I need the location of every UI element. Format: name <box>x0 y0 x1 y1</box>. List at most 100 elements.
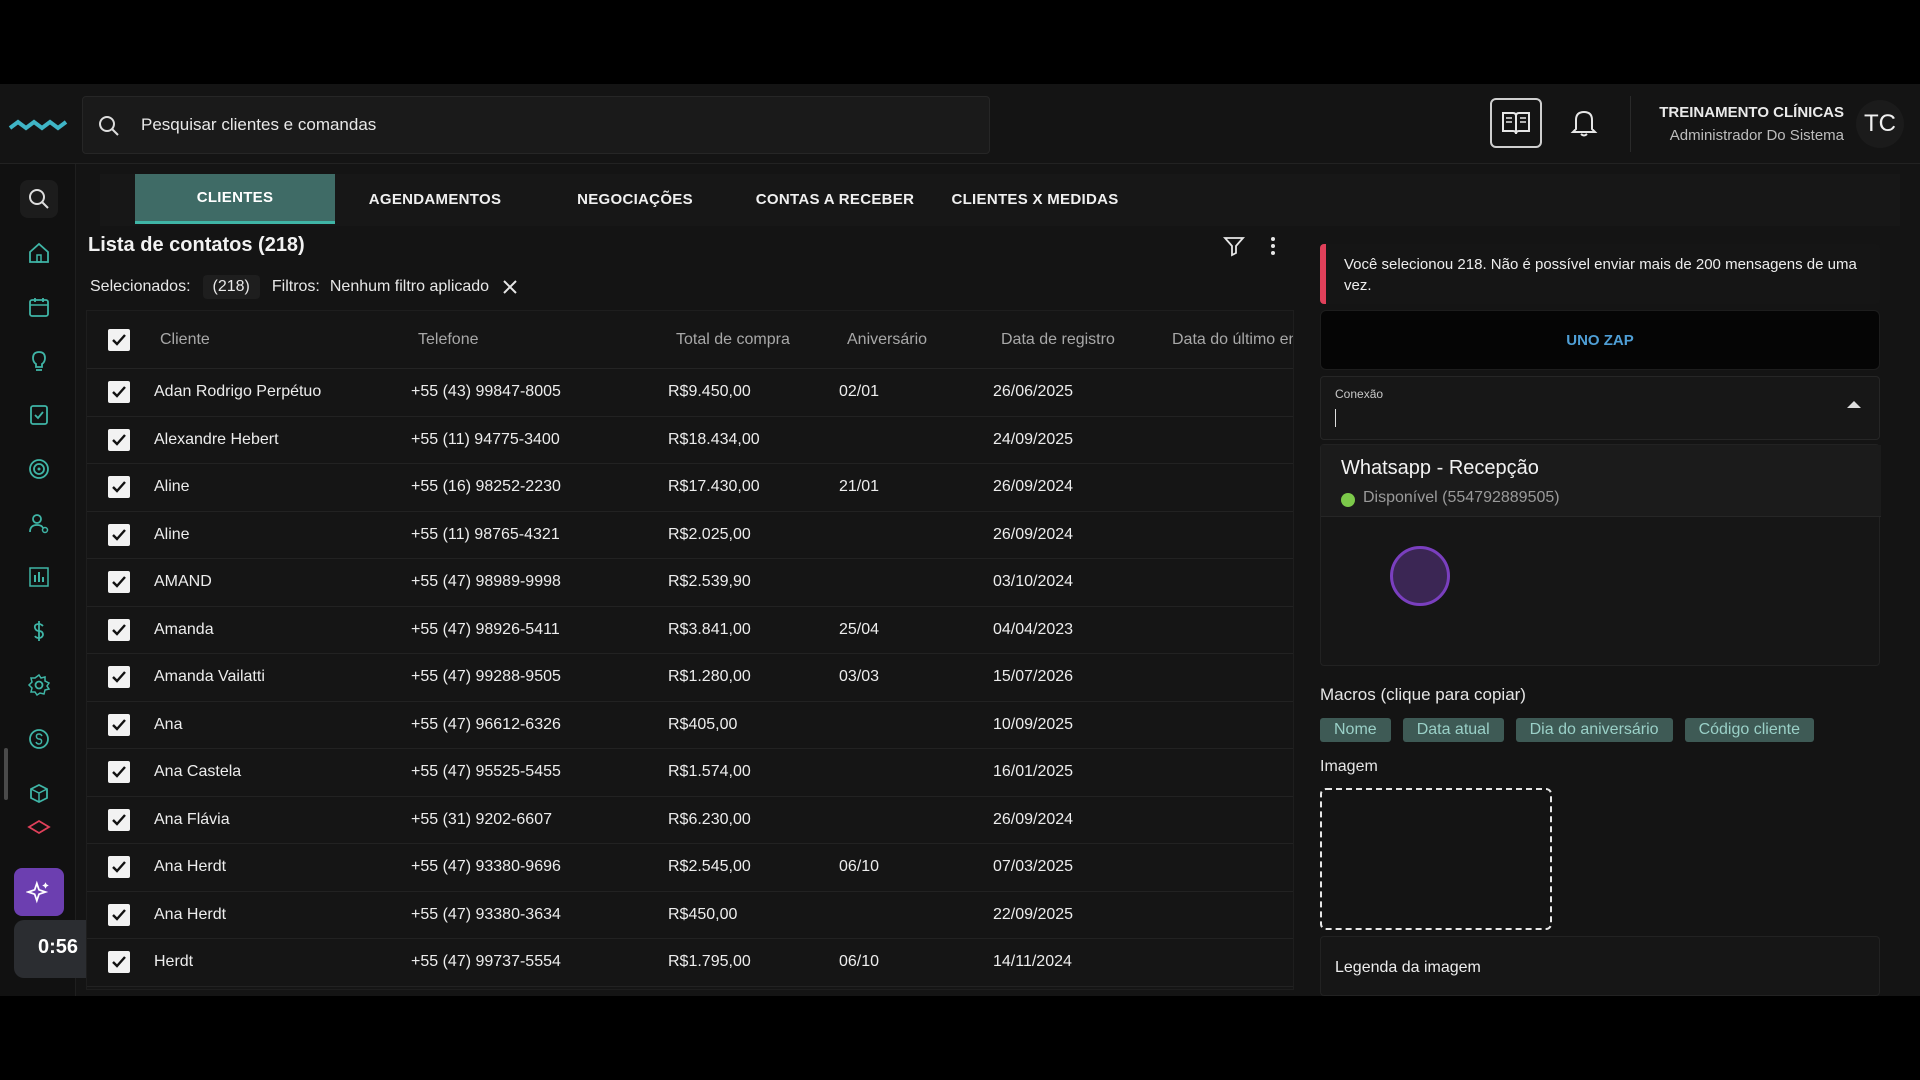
text-caret <box>1335 409 1336 427</box>
user-name: TREINAMENTO CLÍNICAS <box>1659 104 1844 121</box>
cell-cliente: Amanda <box>154 620 214 638</box>
table-row[interactable]: AMAND +55 (47) 98989-9998 R$2.539,90 03/10/… <box>87 559 1293 607</box>
top-header: Pesquisar clientes e comandas TREINAMENT… <box>0 84 1920 164</box>
column-header[interactable]: Cliente <box>160 331 210 349</box>
sidebar-item-ideas[interactable] <box>20 342 58 380</box>
column-header[interactable]: Data do último en <box>1172 331 1293 349</box>
selected-label: Selecionados: <box>90 278 191 295</box>
column-header[interactable]: Total de compra <box>676 331 790 349</box>
cell-telefone: +55 (16) 98252-2230 <box>411 478 561 495</box>
search-icon <box>99 116 119 136</box>
clear-filters-icon[interactable] <box>501 278 519 296</box>
macro-chip[interactable]: Data atual <box>1402 718 1504 742</box>
row-checkbox[interactable] <box>108 856 130 878</box>
row-checkbox[interactable] <box>108 666 130 688</box>
row-checkbox[interactable] <box>108 903 130 926</box>
tab-agendamentos[interactable]: AGENDAMENTOS <box>335 174 535 224</box>
row-checkbox[interactable] <box>108 428 130 451</box>
tab-contas-a-receber[interactable]: CONTAS A RECEBER <box>735 174 935 224</box>
check-icon <box>112 334 126 346</box>
cell-total: R$2.545,00 <box>668 858 751 875</box>
check-icon <box>112 576 126 588</box>
sidebar-item-clients[interactable] <box>20 504 58 542</box>
sidebar-item-finance[interactable] <box>20 612 58 650</box>
sidebar-item-inventory[interactable] <box>20 774 58 812</box>
table-row[interactable]: Ana Herdt +55 (47) 93380-3634 R$450,00 22/0… <box>87 892 1293 939</box>
check-icon <box>112 908 126 921</box>
table-row[interactable]: Ana Flávia +55 (31) 9202-6607 R$6.230,00 26… <box>87 797 1293 844</box>
cell-cliente: Ana Herdt <box>154 905 227 923</box>
filter-icon[interactable] <box>1222 234 1246 258</box>
ai-assistant-button[interactable] <box>14 868 64 916</box>
avatar[interactable]: TC <box>1856 100 1904 148</box>
book-icon <box>1502 112 1530 135</box>
select-all-checkbox[interactable] <box>108 329 130 351</box>
table-row[interactable]: Ana +55 (47) 96612-6326 R$405,00 10/09/2025 <box>87 702 1293 749</box>
cell-telefone: +55 (47) 98989-9998 <box>411 573 561 590</box>
option-status: Disponível (554792889505) <box>1363 489 1560 506</box>
sidebar-item-more[interactable] <box>20 818 58 840</box>
cell-registro: 16/01/2025 <box>993 763 1074 780</box>
macro-chip[interactable]: Nome <box>1320 718 1391 742</box>
row-checkbox[interactable] <box>108 808 130 831</box>
row-checkbox[interactable] <box>108 951 130 973</box>
option-title: Whatsapp - Recepção <box>1341 457 1539 479</box>
sidebar-item-settings[interactable] <box>20 666 58 704</box>
cell-total: R$3.841,00 <box>668 620 751 638</box>
sidebar-item-goals[interactable] <box>20 450 58 488</box>
column-header[interactable]: Telefone <box>418 331 479 349</box>
table-row[interactable]: Alexandre Hebert +55 (11) 94775-3400 R$18.… <box>87 417 1293 464</box>
table-row[interactable]: Amanda Vailatti +55 (47) 99288-9505 R$1.28… <box>87 654 1293 702</box>
column-header[interactable]: Data de registro <box>1001 331 1115 349</box>
connection-select[interactable]: Conexão <box>1320 376 1880 440</box>
tab-clientes[interactable]: CLIENTES <box>135 174 335 224</box>
row-checkbox[interactable] <box>108 523 130 546</box>
row-checkbox[interactable] <box>108 618 130 641</box>
cell-total: R$450,00 <box>668 905 738 923</box>
cell-total: R$6.230,00 <box>668 810 751 828</box>
table-row[interactable]: Adan Rodrigo Perpétuo +55 (43) 99847-8005… <box>87 369 1293 417</box>
cell-registro: 26/09/2024 <box>993 525 1074 543</box>
sidebar-item-reports[interactable] <box>20 558 58 596</box>
table-row[interactable]: Ana Castela +55 (47) 95525-5455 R$1.574,00… <box>87 749 1293 797</box>
cell-telefone: +55 (47) 99737-5554 <box>411 953 561 970</box>
search-placeholder: Pesquisar clientes e comandas <box>141 115 377 134</box>
tab-clientes-x-medidas[interactable]: CLIENTES X MEDIDAS <box>935 174 1135 224</box>
clipboard-check-icon <box>30 405 48 425</box>
row-checkbox[interactable] <box>108 713 130 736</box>
row-checkbox[interactable] <box>108 761 130 783</box>
table-row[interactable]: Aline +55 (16) 98252-2230 R$17.430,00 21/01… <box>87 464 1293 512</box>
cell-total: R$2.025,00 <box>668 525 751 543</box>
table-row[interactable]: Amanda +55 (47) 98926-5411 R$3.841,00 25/04… <box>87 607 1293 654</box>
table-row[interactable]: Ana Herdt +55 (47) 93380-9696 R$2.545,00 06… <box>87 844 1293 892</box>
row-checkbox[interactable] <box>108 571 130 593</box>
search-bar[interactable]: Pesquisar clientes e comandas <box>82 96 990 154</box>
book-button[interactable] <box>1490 98 1542 148</box>
row-checkbox[interactable] <box>108 381 130 403</box>
connection-option[interactable]: Whatsapp - Recepção Disponível (55479288… <box>1321 445 1881 517</box>
sidebar-item-home[interactable] <box>20 234 58 272</box>
uno-zap-button[interactable]: UNO ZAP <box>1320 310 1880 370</box>
table-row[interactable]: Herdt +55 (47) 99737-5554 R$1.795,00 06/10 1… <box>87 939 1293 987</box>
sidebar-item-payments[interactable] <box>20 720 58 758</box>
caret-up-icon[interactable] <box>1847 401 1861 408</box>
table-row[interactable]: Aline +55 (11) 98765-4321 R$2.025,00 26/09/… <box>87 512 1293 559</box>
target-icon <box>29 459 49 479</box>
cell-telefone: +55 (11) 98765-4321 <box>411 525 560 543</box>
column-header[interactable]: Aniversário <box>847 331 927 349</box>
sidebar-item-calendar[interactable] <box>20 288 58 326</box>
cell-total: R$2.539,90 <box>668 573 751 590</box>
macro-chip[interactable]: Dia do aniversário <box>1515 718 1673 742</box>
calendar-icon <box>29 298 49 317</box>
sidebar-item-search[interactable] <box>20 180 58 218</box>
image-dropzone[interactable] <box>1320 788 1552 930</box>
row-checkbox[interactable] <box>108 476 130 498</box>
macro-chip[interactable]: Código cliente <box>1684 718 1814 742</box>
sidebar-item-tasks[interactable] <box>20 396 58 434</box>
tab-negociacoes[interactable]: NEGOCIAÇÕES <box>535 174 735 224</box>
notifications-button[interactable] <box>1566 104 1602 140</box>
image-caption-field[interactable]: Legenda da imagem <box>1320 936 1880 996</box>
brand-logo[interactable] <box>8 110 70 136</box>
contacts-table: Cliente Telefone Total de compra Anivers… <box>86 310 1294 990</box>
more-vertical-icon[interactable] <box>1266 234 1280 258</box>
